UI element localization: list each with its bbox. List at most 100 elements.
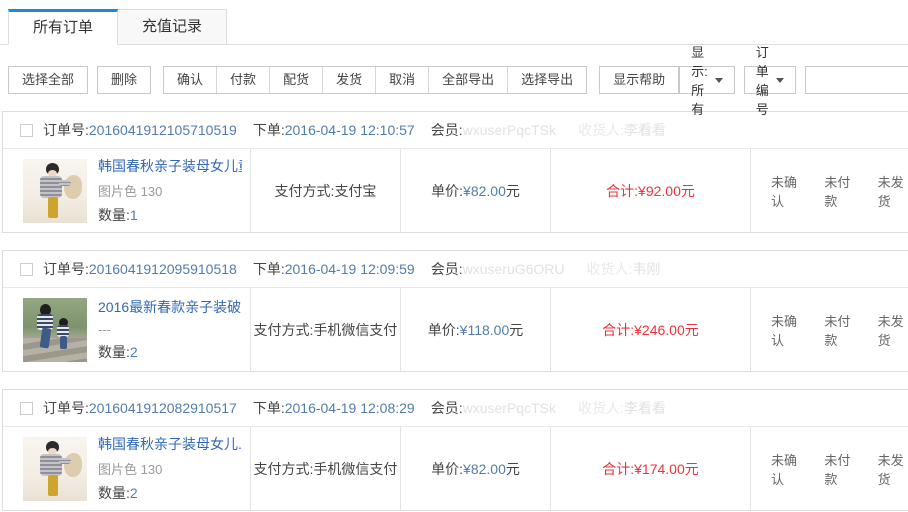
decor-flowers (64, 453, 82, 477)
receiver-value: 李看看 (624, 398, 666, 418)
payment-cell: 支付方式:支付宝 (250, 149, 400, 232)
unit-price-cell: 单价:¥118.00元 (400, 288, 550, 371)
status-unpaid: 未付款 (824, 311, 854, 349)
order-card: 订单号:2016041912082910517 下单:2016-04-19 12… (2, 389, 908, 511)
placed-label: 下单: (253, 120, 285, 140)
child-jeans (60, 336, 67, 349)
order-checkbox[interactable] (20, 263, 33, 276)
product-quantity: 数量:2 (98, 483, 242, 503)
order-no-label: 订单号: (43, 120, 89, 140)
product-info: 韩国春秋亲子装母女儿童... 图片色 130 数量:1 (98, 156, 242, 225)
ship-button[interactable]: 发货 (322, 67, 375, 93)
tab-recharge-records[interactable]: 充值记录 (118, 9, 227, 45)
decor-flowers (64, 175, 82, 199)
placed-value: 2016-04-19 12:09:59 (285, 261, 415, 277)
status-unpaid: 未付款 (824, 450, 854, 488)
search-input[interactable] (805, 66, 908, 94)
order-no-value: 2016041912105710519 (89, 122, 237, 138)
status-cell: 未确认 未付款 未发货 (750, 427, 908, 510)
stone-steps (23, 338, 87, 362)
payment-value: 手机微信支付 (313, 459, 397, 479)
order-no-value: 2016041912082910517 (89, 400, 237, 416)
total-cell: 合计:¥92.00元 (550, 149, 750, 232)
product-title-link[interactable]: 韩国春秋亲子装母女儿... (98, 434, 242, 454)
product-title-link[interactable]: 韩国春秋亲子装母女儿童... (98, 156, 242, 176)
product-variant: --- (98, 322, 242, 337)
display-filter-dropdown[interactable]: 显示:所有 (679, 66, 735, 94)
order-no-label: 订单号: (43, 259, 89, 279)
product-image[interactable] (23, 298, 87, 362)
quantity-label: 数量: (98, 344, 130, 360)
product-quantity: 数量:2 (98, 342, 242, 362)
girl-striped-top (40, 176, 62, 198)
payment-cell: 支付方式:手机微信支付 (250, 288, 400, 371)
unit-price-cell: 单价:¥82.00元 (400, 149, 550, 232)
unit-price-cell: 单价:¥82.00元 (400, 427, 550, 510)
order-checkbox[interactable] (20, 402, 33, 415)
tab-bar: 所有订单 充值记录 (0, 8, 908, 45)
status-unconfirmed: 未确认 (771, 172, 801, 210)
product-cell: 2016最新春款亲子装破... --- 数量:2 (3, 288, 250, 371)
product-cell: 韩国春秋亲子装母女儿... 图片色 130 数量:2 (3, 427, 250, 510)
status-unpaid: 未付款 (824, 172, 854, 210)
order-body: 韩国春秋亲子装母女儿童... 图片色 130 数量:1 支付方式:支付宝 单价:… (3, 148, 908, 232)
order-actions-group: 确认 付款 配货 发货 取消 全部导出 选择导出 (163, 66, 587, 94)
search-type-dropdown[interactable]: 订单编号 (744, 66, 796, 94)
payment-label: 支付方式: (254, 320, 314, 340)
product-image[interactable] (23, 437, 87, 501)
receiver-label: 收货人: (578, 398, 624, 418)
status-unconfirmed: 未确认 (771, 450, 801, 488)
total-cell: 合计:¥174.00元 (550, 427, 750, 510)
total-cell: 合计:¥246.00元 (550, 288, 750, 371)
yuan-suffix: 元 (506, 459, 520, 479)
placed-value: 2016-04-19 12:10:57 (285, 122, 415, 138)
chevron-down-icon (715, 78, 723, 83)
yuan-suffix: 元 (685, 320, 699, 340)
toolbar-right: 显示:所有 订单编号 (679, 66, 908, 94)
product-title-link[interactable]: 2016最新春款亲子装破... (98, 297, 242, 317)
placed-label: 下单: (253, 259, 285, 279)
product-info: 韩国春秋亲子装母女儿... 图片色 130 数量:2 (98, 434, 242, 503)
order-header: 订单号:2016041912095910518 下单:2016-04-19 12… (3, 251, 908, 287)
placed-value: 2016-04-19 12:08:29 (285, 400, 415, 416)
unit-price-label: 单价: (431, 459, 463, 479)
select-all-button[interactable]: 选择全部 (8, 66, 88, 94)
total-value: ¥246.00 (634, 322, 685, 338)
receiver-label: 收货人: (587, 259, 633, 279)
total-label: 合计: (602, 459, 634, 479)
allocate-button[interactable]: 配货 (269, 67, 322, 93)
unit-price-value: ¥82.00 (463, 461, 506, 477)
product-variant: 图片色 130 (98, 459, 242, 478)
total-value: ¥92.00 (638, 183, 681, 199)
export-all-button[interactable]: 全部导出 (428, 67, 507, 93)
payment-value: 支付宝 (334, 181, 376, 201)
order-no-value: 2016041912095910518 (89, 261, 237, 277)
export-selected-button[interactable]: 选择导出 (507, 67, 586, 93)
unit-price-label: 单价: (428, 320, 460, 340)
order-header: 订单号:2016041912105710519 下单:2016-04-19 12… (3, 112, 908, 148)
status-cell: 未确认 未付款 未发货 (750, 149, 908, 232)
order-no-label: 订单号: (43, 398, 89, 418)
product-image[interactable] (23, 159, 87, 223)
cancel-button[interactable]: 取消 (375, 67, 428, 93)
quantity-value: 2 (130, 485, 138, 501)
tab-all-orders[interactable]: 所有订单 (8, 9, 118, 45)
status-unshipped: 未发货 (878, 311, 908, 349)
receiver-label: 收货人: (578, 120, 624, 140)
payment-cell: 支付方式:手机微信支付 (250, 427, 400, 510)
show-help-button[interactable]: 显示帮助 (599, 66, 679, 94)
quantity-label: 数量: (98, 207, 130, 223)
quantity-value: 1 (130, 207, 138, 223)
delete-button[interactable]: 删除 (97, 66, 151, 94)
receiver-value: 韦刚 (632, 259, 660, 279)
order-header: 订单号:2016041912082910517 下单:2016-04-19 12… (3, 390, 908, 426)
member-value: wxuserPqcTSk (463, 122, 556, 138)
girl-arm (59, 180, 71, 186)
product-variant: 图片色 130 (98, 181, 242, 200)
pay-button[interactable]: 付款 (216, 67, 269, 93)
yuan-suffix: 元 (685, 459, 699, 479)
order-checkbox[interactable] (20, 124, 33, 137)
confirm-button[interactable]: 确认 (164, 67, 216, 93)
order-body: 韩国春秋亲子装母女儿... 图片色 130 数量:2 支付方式:手机微信支付 单… (3, 426, 908, 510)
status-unshipped: 未发货 (878, 172, 908, 210)
